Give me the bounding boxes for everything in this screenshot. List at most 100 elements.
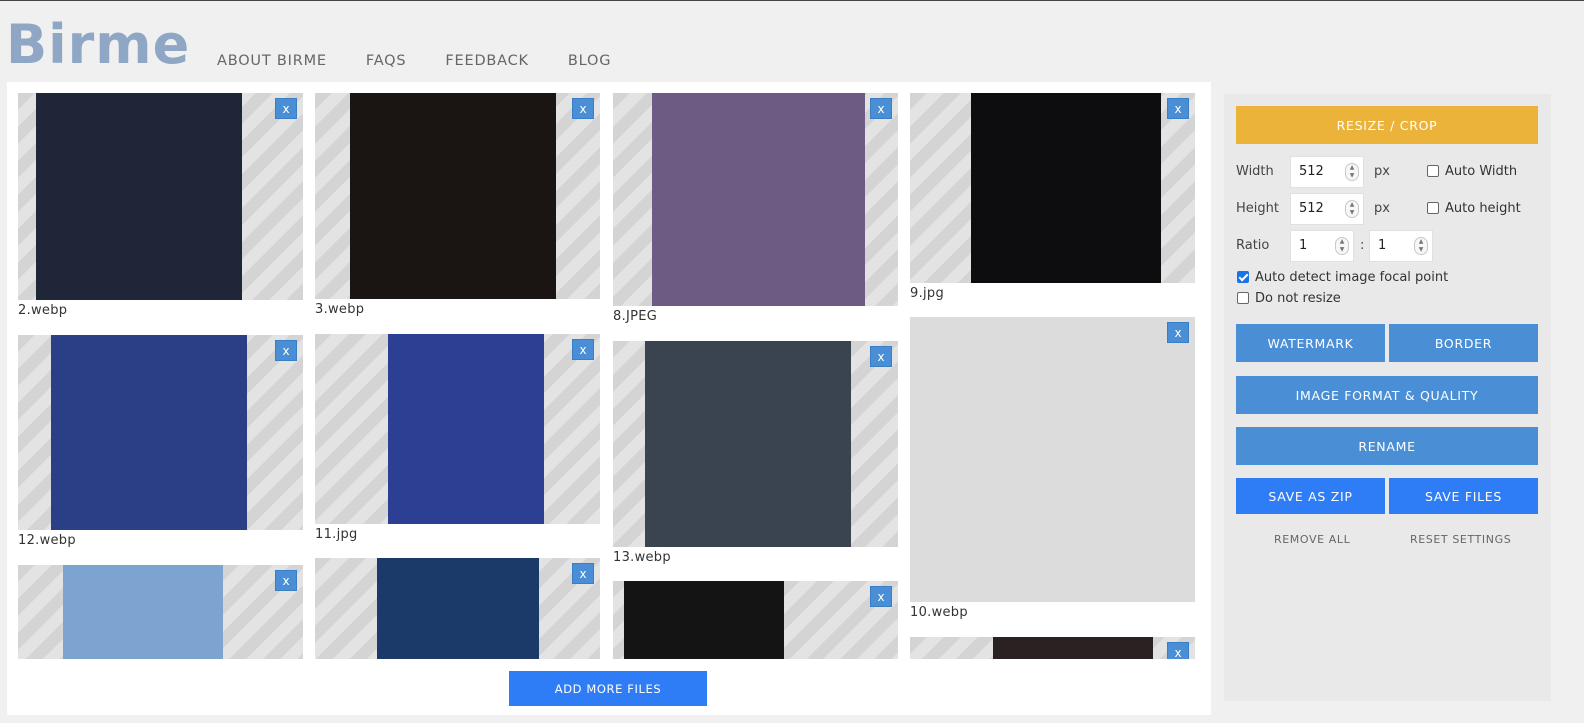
- image-card: x 9.jpg: [910, 93, 1195, 301]
- photo-13-webp: [645, 341, 851, 547]
- width-unit: px: [1374, 164, 1390, 179]
- image-card: x: [613, 581, 898, 659]
- remove-image-button[interactable]: x: [870, 346, 892, 367]
- ratio-height-input[interactable]: 1 ▲ ▼: [1369, 230, 1433, 262]
- image-grid: x 2.webp x 12.webp x x 3.webp x 11.jpg x…: [18, 93, 1198, 659]
- height-input[interactable]: 512 ▲ ▼: [1290, 193, 1364, 225]
- file-name: 9.jpg: [910, 286, 945, 301]
- image-format-quality-button[interactable]: IMAGE FORMAT & QUALITY: [1236, 376, 1538, 414]
- file-name: 12.webp: [18, 533, 76, 548]
- auto-width-label: Auto Width: [1445, 164, 1518, 179]
- image-card: x 10.webp: [910, 317, 1195, 620]
- border-button[interactable]: BORDER: [1389, 324, 1538, 362]
- width-label: Width: [1236, 164, 1274, 179]
- image-thumbnail: x: [315, 93, 600, 299]
- photo-column3-row3: [624, 581, 784, 659]
- image-card: x: [18, 565, 303, 659]
- height-label: Height: [1236, 201, 1279, 216]
- ratio-label: Ratio: [1236, 238, 1270, 253]
- nav-about[interactable]: ABOUT BIRME: [217, 53, 327, 69]
- watermark-button[interactable]: WATERMARK: [1236, 324, 1385, 362]
- photo-12-webp: [51, 335, 247, 530]
- image-thumbnail: x: [910, 637, 1195, 659]
- file-name: 8.JPEG: [613, 309, 658, 324]
- rename-button[interactable]: RENAME: [1236, 427, 1538, 465]
- width-input[interactable]: 512 ▲ ▼: [1290, 156, 1364, 188]
- height-stepper[interactable]: ▲ ▼: [1345, 200, 1359, 218]
- image-thumbnail: x: [613, 581, 898, 659]
- photo-2-webp: [36, 93, 242, 300]
- image-card: x 3.webp: [315, 93, 600, 317]
- photo-9-jpg: [971, 93, 1161, 283]
- image-card: x 13.webp: [613, 341, 898, 565]
- image-card: x 12.webp: [18, 335, 303, 548]
- remove-image-button[interactable]: x: [1167, 98, 1189, 119]
- remove-all-link[interactable]: REMOVE ALL: [1274, 533, 1350, 546]
- focal-point-checkbox[interactable]: [1237, 271, 1249, 283]
- image-card: x: [315, 558, 600, 659]
- remove-image-button[interactable]: x: [275, 340, 297, 361]
- file-name: 11.jpg: [315, 527, 358, 542]
- save-as-zip-button[interactable]: SAVE AS ZIP: [1236, 478, 1385, 514]
- remove-image-button[interactable]: x: [275, 98, 297, 119]
- ratio-width-input[interactable]: 1 ▲ ▼: [1290, 230, 1354, 262]
- remove-image-button[interactable]: x: [572, 98, 594, 119]
- image-thumbnail: x: [613, 341, 898, 547]
- ratio-separator: :: [1360, 238, 1365, 253]
- height-value: 512: [1299, 201, 1324, 216]
- photo-column4-row3: [993, 637, 1153, 659]
- height-unit: px: [1374, 201, 1390, 216]
- photo-3-webp: [350, 93, 556, 299]
- focal-point-label: Auto detect image focal point: [1255, 270, 1449, 285]
- reset-settings-link[interactable]: RESET SETTINGS: [1410, 533, 1511, 546]
- ratio-width-value: 1: [1299, 238, 1308, 253]
- image-card: x: [910, 637, 1195, 659]
- photo-column1-row3: [63, 565, 223, 659]
- image-thumbnail: x: [18, 93, 303, 300]
- remove-image-button[interactable]: x: [870, 98, 892, 119]
- file-name: 10.webp: [910, 605, 968, 620]
- ratio-height-stepper[interactable]: ▲ ▼: [1414, 237, 1428, 255]
- image-grid-panel: x 2.webp x 12.webp x x 3.webp x 11.jpg x…: [7, 82, 1211, 715]
- image-card: x 2.webp: [18, 93, 303, 318]
- photo-8-jpeg: [652, 93, 865, 306]
- ratio-width-stepper[interactable]: ▲ ▼: [1335, 237, 1349, 255]
- auto-height-label: Auto height: [1445, 201, 1521, 216]
- file-name: 13.webp: [613, 550, 671, 565]
- birme-logo[interactable]: Birme: [6, 15, 190, 75]
- photo-10-webp: [910, 317, 1195, 602]
- image-thumbnail: x: [18, 565, 303, 659]
- image-card: x 8.JPEG: [613, 93, 898, 324]
- remove-image-button[interactable]: x: [1167, 642, 1189, 659]
- settings-panel: RESIZE / CROP Width 512 ▲ ▼ px Auto Width…: [1224, 94, 1551, 701]
- file-name: 2.webp: [18, 303, 68, 318]
- file-name: 3.webp: [315, 302, 365, 317]
- save-files-button[interactable]: SAVE FILES: [1389, 478, 1538, 514]
- main-nav: ABOUT BIRME FAQS FEEDBACK BLOG: [217, 53, 650, 69]
- resize-crop-button[interactable]: RESIZE / CROP: [1236, 106, 1538, 144]
- ratio-height-value: 1: [1378, 238, 1387, 253]
- do-not-resize-label: Do not resize: [1255, 291, 1341, 306]
- do-not-resize-checkbox[interactable]: [1237, 292, 1249, 304]
- image-thumbnail: x: [18, 335, 303, 530]
- image-card: x 11.jpg: [315, 334, 600, 542]
- remove-image-button[interactable]: x: [870, 586, 892, 607]
- photo-11-jpg: [388, 334, 544, 524]
- remove-image-button[interactable]: x: [275, 570, 297, 591]
- photo-column2-row3: [377, 558, 539, 659]
- auto-height-checkbox[interactable]: [1427, 202, 1439, 214]
- nav-blog[interactable]: BLOG: [568, 53, 611, 69]
- remove-image-button[interactable]: x: [1167, 322, 1189, 343]
- remove-image-button[interactable]: x: [572, 563, 594, 584]
- width-stepper[interactable]: ▲ ▼: [1345, 163, 1359, 181]
- width-value: 512: [1299, 164, 1324, 179]
- image-thumbnail: x: [315, 558, 600, 659]
- image-thumbnail: x: [613, 93, 898, 306]
- add-more-files-button[interactable]: ADD MORE FILES: [509, 671, 707, 706]
- remove-image-button[interactable]: x: [572, 339, 594, 360]
- image-thumbnail: x: [910, 93, 1195, 283]
- nav-feedback[interactable]: FEEDBACK: [445, 53, 528, 69]
- auto-width-checkbox[interactable]: [1427, 165, 1439, 177]
- nav-faqs[interactable]: FAQS: [366, 53, 407, 69]
- image-thumbnail: x: [315, 334, 600, 524]
